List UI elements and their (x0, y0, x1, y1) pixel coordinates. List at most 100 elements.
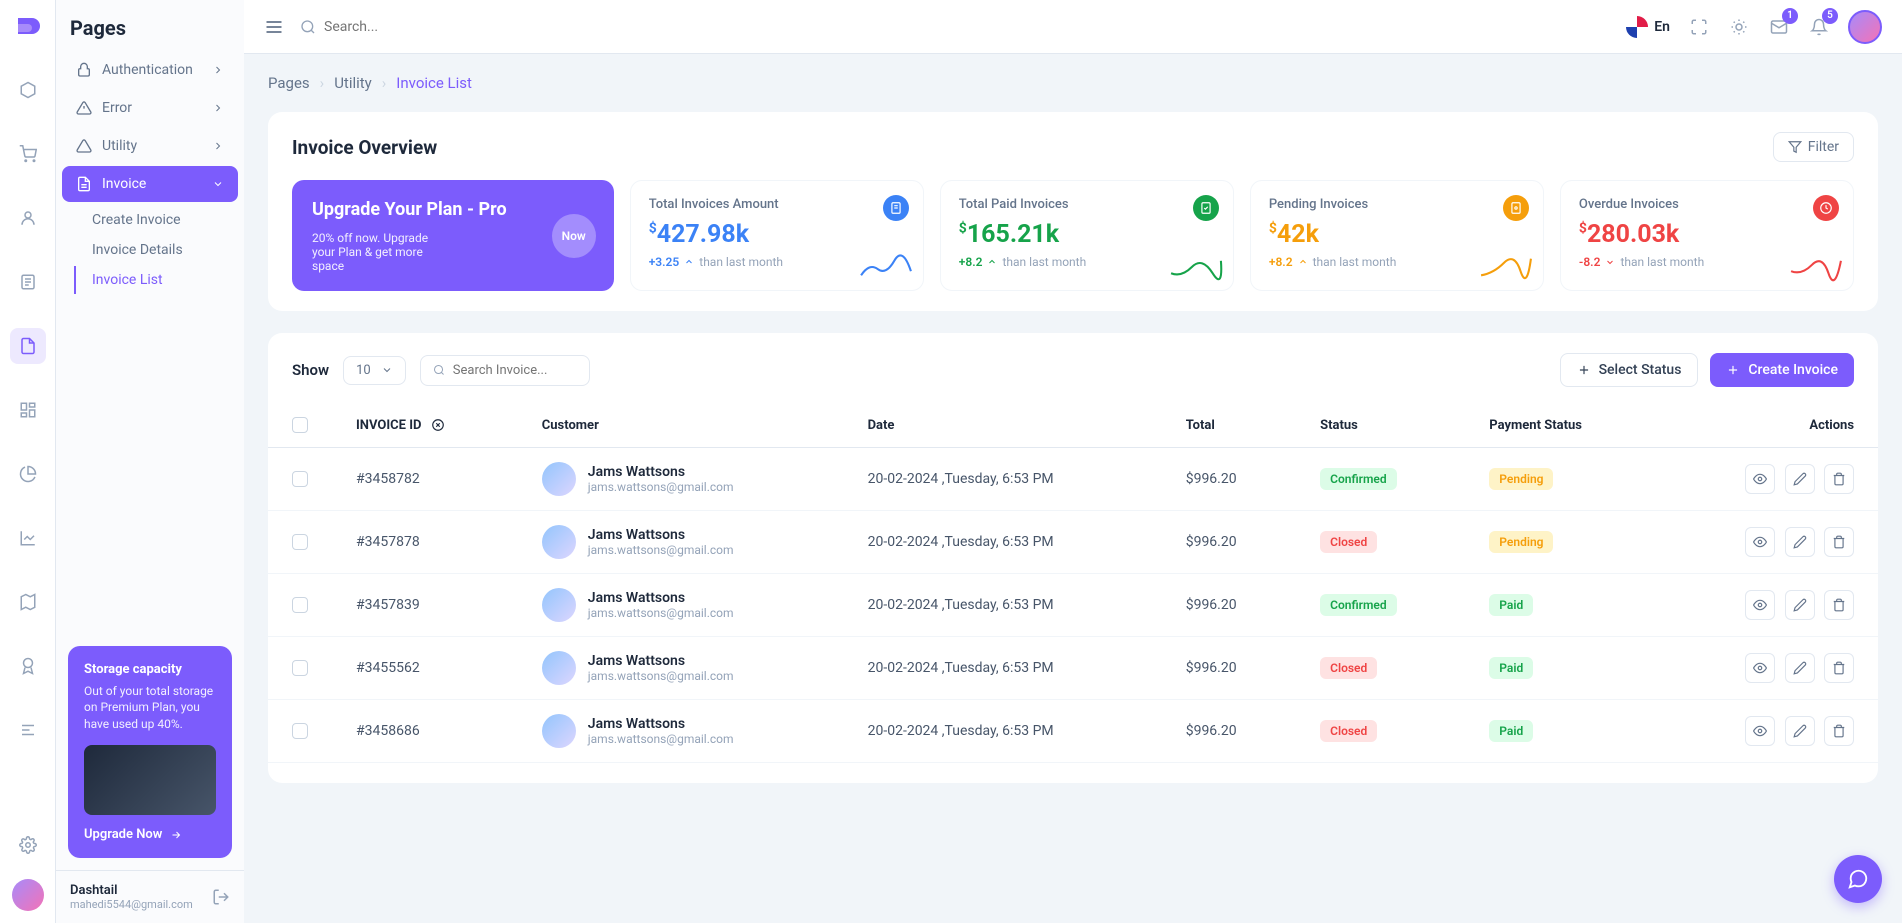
view-button[interactable] (1745, 527, 1775, 557)
customer-avatar (542, 651, 576, 685)
upgrade-now-button[interactable]: Now (552, 214, 596, 258)
bell-badge: 5 (1822, 8, 1838, 24)
select-status-button[interactable]: Select Status (1560, 353, 1699, 387)
sidebar-footer: Dashtail mahedi5544@gmail.com (56, 870, 244, 923)
sidebar-item-error[interactable]: Error (62, 90, 238, 126)
customer-name: Jams Wattsons (588, 590, 734, 606)
payment-chip: Pending (1489, 531, 1553, 553)
main: En 1 5 Pages › Utility › (244, 0, 1902, 923)
cell-total: $996.20 (1162, 511, 1296, 574)
table-row[interactable]: #3458686 Jams Wattsonsjams.wattsons@gmai… (268, 700, 1878, 763)
search-input[interactable] (324, 19, 1610, 35)
crumb-pages[interactable]: Pages (268, 74, 310, 92)
edit-button[interactable] (1785, 653, 1815, 683)
create-invoice-button[interactable]: Create Invoice (1710, 353, 1854, 387)
table-row[interactable]: #3458782 Jams Wattsonsjams.wattsons@gmai… (268, 448, 1878, 511)
status-chip: Closed (1320, 720, 1377, 742)
payment-chip: Paid (1489, 594, 1533, 616)
cell-customer: Jams Wattsonsjams.wattsons@gmail.com (542, 714, 820, 748)
x-circle-icon[interactable] (431, 418, 445, 432)
rail-avatar[interactable] (12, 879, 44, 911)
customer-email: jams.wattsons@gmail.com (588, 606, 734, 620)
logo[interactable] (12, 12, 44, 44)
sidebar-sub-invoice-details[interactable]: Invoice Details (62, 236, 238, 264)
sparkline (859, 252, 913, 282)
rail-cube-icon[interactable] (10, 72, 46, 108)
stat-value: $280.03k (1579, 220, 1835, 249)
language-selector[interactable]: En (1626, 16, 1670, 38)
rail-note-icon[interactable] (10, 264, 46, 300)
payment-chip: Paid (1489, 657, 1533, 679)
logout-icon[interactable] (212, 888, 230, 906)
eye-icon (1753, 598, 1767, 612)
filter-button[interactable]: Filter (1773, 132, 1854, 162)
theme-icon[interactable] (1728, 16, 1750, 38)
edit-button[interactable] (1785, 716, 1815, 746)
delete-button[interactable] (1824, 527, 1854, 557)
sidebar-item-authentication[interactable]: Authentication (62, 52, 238, 88)
rail-collapse-icon[interactable] (10, 712, 46, 748)
row-checkbox[interactable] (292, 471, 308, 487)
delete-button[interactable] (1824, 653, 1854, 683)
rail-cart-icon[interactable] (10, 136, 46, 172)
stat-icon (1193, 195, 1219, 221)
crumb-utility[interactable]: Utility (334, 74, 372, 92)
sidebar-sub-invoice-list[interactable]: Invoice List (74, 266, 238, 294)
chevron-right-icon (212, 140, 224, 152)
hamburger-icon[interactable] (264, 17, 284, 37)
invoice-search[interactable] (420, 355, 590, 386)
view-button[interactable] (1745, 590, 1775, 620)
table-row[interactable]: #3455562 Jams Wattsonsjams.wattsons@gmai… (268, 637, 1878, 700)
rail-pie-icon[interactable] (10, 456, 46, 492)
delete-button[interactable] (1824, 464, 1854, 494)
rail-user-icon[interactable] (10, 200, 46, 236)
expand-icon[interactable] (1688, 16, 1710, 38)
rail-settings-icon[interactable] (10, 827, 46, 863)
edit-button[interactable] (1785, 464, 1815, 494)
col-date[interactable]: Date (844, 403, 1162, 448)
global-search[interactable] (300, 19, 1610, 35)
invoice-search-input[interactable] (453, 363, 577, 378)
col-invoice-id[interactable]: INVOICE ID (332, 403, 518, 448)
stat-card-2: Pending Invoices $42k +8.2 than last mon… (1250, 180, 1544, 291)
user-avatar[interactable] (1848, 10, 1882, 44)
row-checkbox[interactable] (292, 660, 308, 676)
sidebar-item-invoice[interactable]: Invoice (62, 166, 238, 202)
sidebar-sub-create-invoice[interactable]: Create Invoice (62, 206, 238, 234)
row-checkbox[interactable] (292, 534, 308, 550)
fab-button[interactable] (1834, 855, 1882, 903)
col-payment-status[interactable]: Payment Status (1465, 403, 1656, 448)
search-icon (300, 19, 316, 35)
rail-badge-icon[interactable] (10, 648, 46, 684)
upgrade-now-link[interactable]: Upgrade Now (84, 827, 216, 842)
select-all-checkbox[interactable] (292, 417, 308, 433)
col-customer[interactable]: Customer (518, 403, 844, 448)
view-button[interactable] (1745, 653, 1775, 683)
table-row[interactable]: #3457878 Jams Wattsonsjams.wattsons@gmai… (268, 511, 1878, 574)
rail-map-icon[interactable] (10, 584, 46, 620)
trend-arrow-icon (683, 256, 695, 268)
sidebar-item-utility[interactable]: Utility (62, 128, 238, 164)
view-button[interactable] (1745, 716, 1775, 746)
bell-icon[interactable]: 5 (1808, 16, 1830, 38)
chevron-right-icon (212, 102, 224, 114)
edit-button[interactable] (1785, 527, 1815, 557)
view-button[interactable] (1745, 464, 1775, 494)
delete-button[interactable] (1824, 716, 1854, 746)
row-checkbox[interactable] (292, 597, 308, 613)
delete-button[interactable] (1824, 590, 1854, 620)
page-size-select[interactable]: 10 (343, 356, 406, 385)
col-total[interactable]: Total (1162, 403, 1296, 448)
invoice-table-card: Show 10 Select Status (268, 333, 1878, 783)
cell-date: 20-02-2024 ,Tuesday, 6:53 PM (844, 637, 1162, 700)
mail-icon[interactable]: 1 (1768, 16, 1790, 38)
edit-icon (1793, 661, 1807, 675)
rail-dashboard-icon[interactable] (10, 392, 46, 428)
rail-chart-icon[interactable] (10, 520, 46, 556)
table-row[interactable]: #3457839 Jams Wattsonsjams.wattsons@gmai… (268, 574, 1878, 637)
edit-button[interactable] (1785, 590, 1815, 620)
cell-invoice-id: #3458686 (332, 700, 518, 763)
col-status[interactable]: Status (1296, 403, 1465, 448)
rail-page-icon[interactable] (10, 328, 46, 364)
row-checkbox[interactable] (292, 723, 308, 739)
